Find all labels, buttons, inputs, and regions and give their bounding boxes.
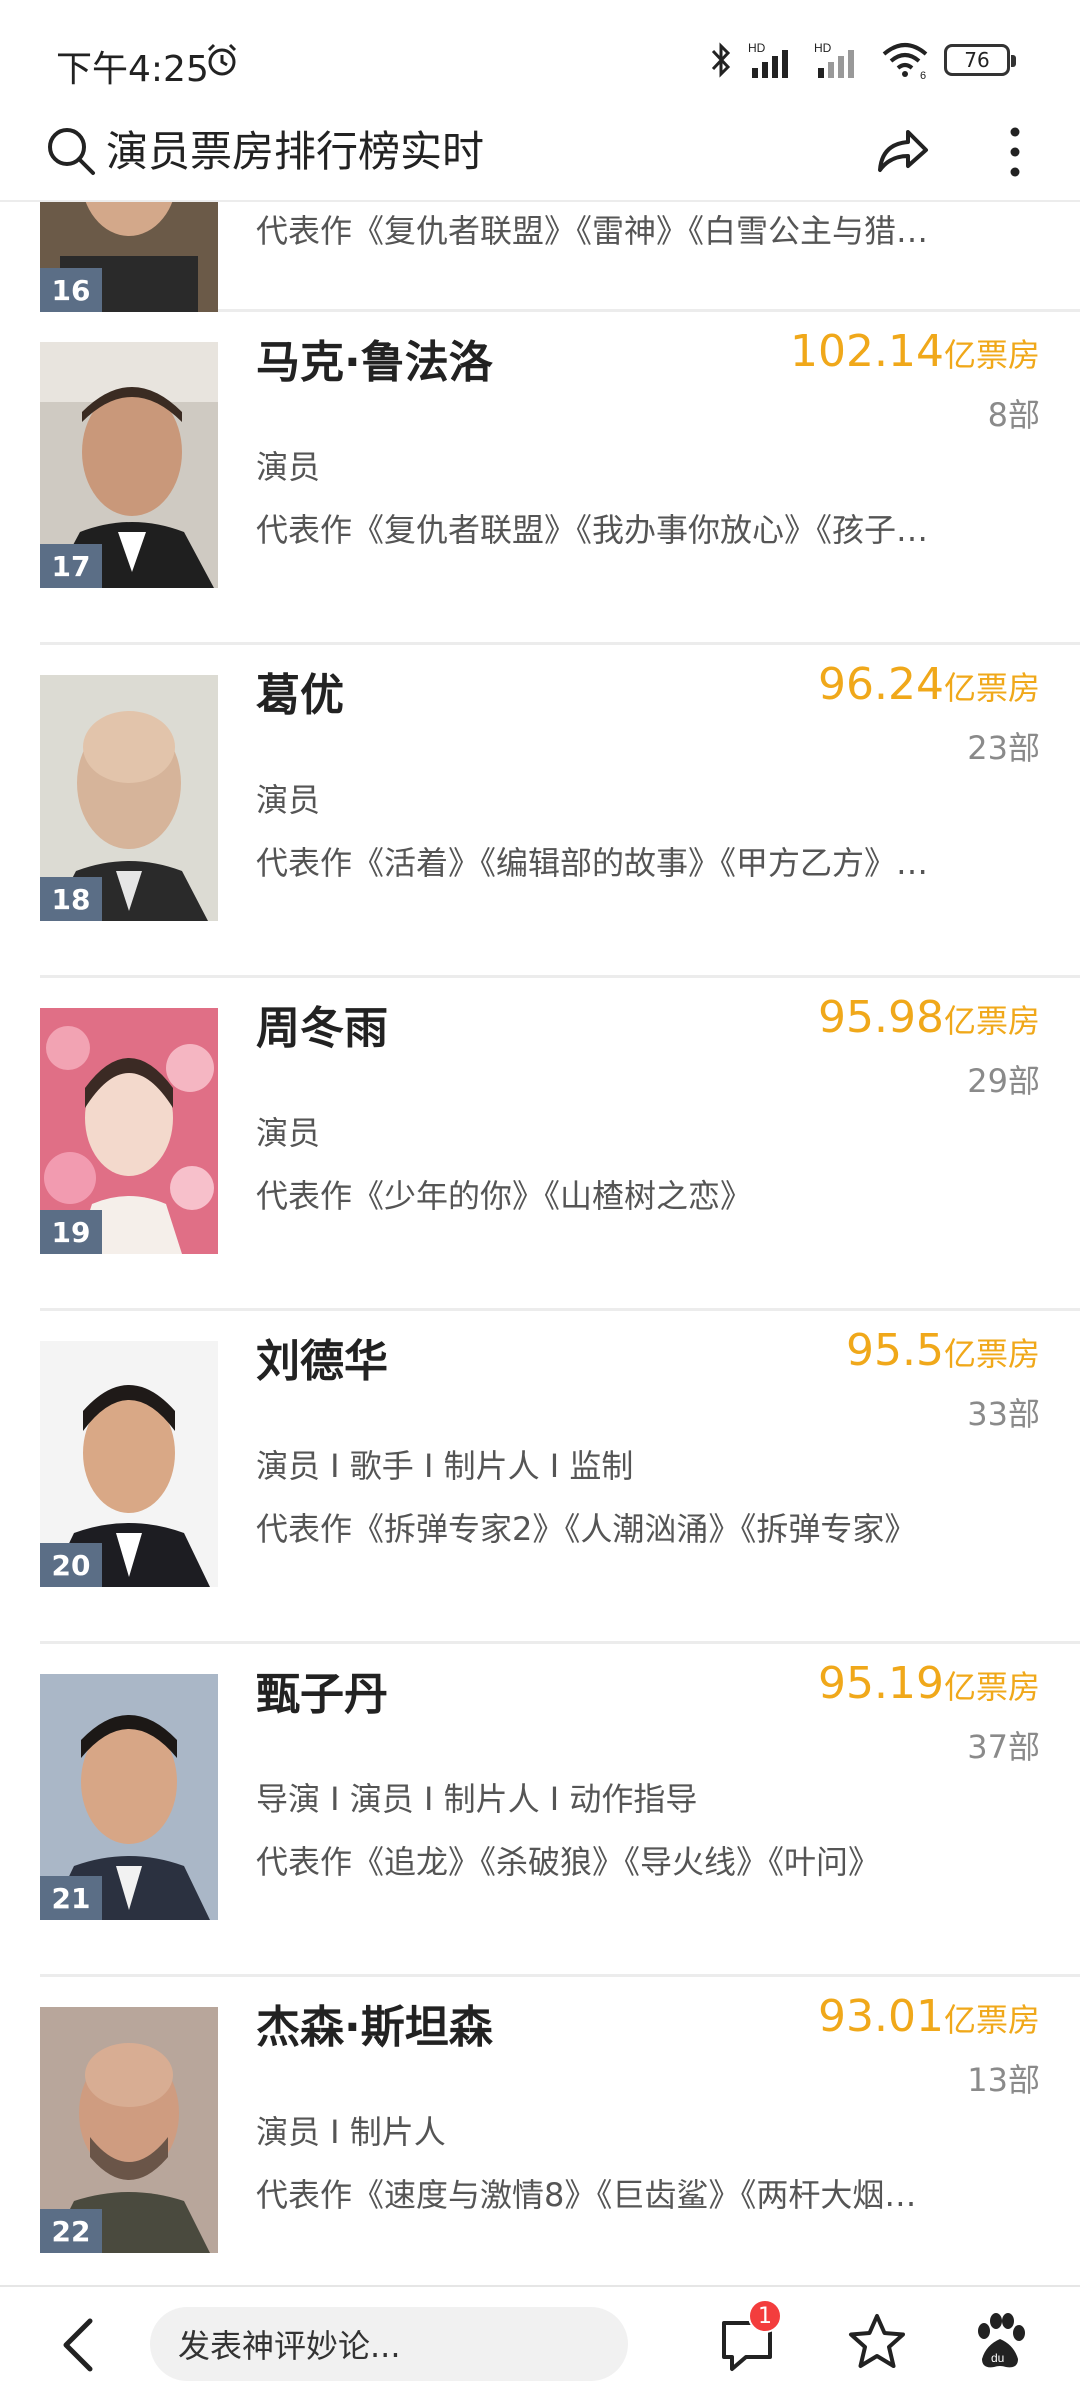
wifi-label: 6 (920, 70, 926, 80)
actor-name[interactable]: 杰森·斯坦森 (256, 1991, 493, 2055)
box-office-value: 95.19 (818, 1658, 944, 1709)
list-item[interactable]: 20 刘德华 95.5亿票房 33部 演员 I 歌手 I 制片人 I 监制 代表… (40, 1311, 1080, 1644)
box-office: 95.5亿票房 (846, 1325, 1040, 1376)
status-icons: HD HD 6 76 (708, 38, 1016, 82)
film-count: 23部 (967, 729, 1040, 767)
box-office-value: 95.5 (846, 1325, 944, 1376)
status-bar: 下午4:25 HD HD 6 76 (0, 0, 1080, 110)
representative-works: 代表作《复仇者联盟》《雷神》《白雪公主与猎… (256, 212, 929, 250)
actor-roles: 演员 (256, 448, 321, 486)
alarm-icon (207, 43, 237, 76)
box-office-value: 95.98 (818, 992, 944, 1043)
search-query[interactable]: 演员票房排行榜实时 (106, 124, 484, 180)
film-count: 29部 (967, 1062, 1040, 1100)
actor-roles: 导演 I 演员 I 制片人 I 动作指导 (256, 1780, 698, 1818)
back-icon[interactable] (52, 2315, 106, 2375)
search-header: 演员票房排行榜实时 (0, 110, 1080, 202)
star-icon[interactable] (846, 2311, 908, 2373)
film-count: 8部 (987, 396, 1040, 434)
representative-works: 代表作《拆弹专家2》《人潮汹涌》《拆弹专家》 (256, 1510, 917, 1548)
signal-label-2: HD (814, 41, 832, 55)
list-item[interactable]: 22 杰森·斯坦森 93.01亿票房 13部 演员 I 制片人 代表作《速度与激… (40, 1977, 1080, 2285)
box-office: 95.19亿票房 (818, 1658, 1040, 1709)
more-icon[interactable] (990, 122, 1040, 182)
bottom-toolbar: 发表神评妙论... 1 du (0, 2285, 1080, 2400)
box-office-unit: 亿票房 (943, 2001, 1040, 2039)
film-count: 33部 (967, 1395, 1040, 1433)
actor-name[interactable]: 甄子丹 (256, 1658, 388, 1722)
representative-works: 代表作《速度与激情8》《巨齿鲨》《两杆大烟… (256, 2176, 917, 2214)
actor-roles: 演员 I 制片人 (256, 2113, 446, 2151)
signal-label-1: HD (748, 41, 766, 55)
box-office-unit: 亿票房 (943, 336, 1040, 374)
actor-photo[interactable]: 20 (40, 1341, 218, 1587)
search-icon[interactable] (44, 124, 98, 178)
box-office: 96.24亿票房 (818, 659, 1040, 710)
rank-badge: 16 (40, 268, 102, 312)
signal-icon-2: HD (814, 41, 854, 78)
box-office: 93.01亿票房 (818, 1991, 1040, 2042)
signal-icon-1: HD (748, 41, 788, 78)
ranking-list: 16 代表作《复仇者联盟》《雷神》《白雪公主与猎… 17 马克·鲁法洛 102.… (0, 202, 1080, 2285)
actor-roles: 演员 I 歌手 I 制片人 I 监制 (256, 1447, 634, 1485)
box-office: 95.98亿票房 (818, 992, 1040, 1043)
comment-input[interactable]: 发表神评妙论... (150, 2307, 628, 2381)
list-item[interactable]: 16 代表作《复仇者联盟》《雷神》《白雪公主与猎… (40, 202, 1080, 312)
representative-works: 代表作《追龙》《杀破狼》《导火线》《叶问》 (256, 1843, 881, 1881)
rank-badge: 22 (40, 2209, 102, 2253)
actor-photo[interactable]: 21 (40, 1674, 218, 1920)
actor-photo[interactable]: 19 (40, 1008, 218, 1254)
rank-badge: 17 (40, 544, 102, 588)
rank-badge: 21 (40, 1876, 102, 1920)
list-item[interactable]: 18 葛优 96.24亿票房 23部 演员 代表作《活着》《编辑部的故事》《甲方… (40, 645, 1080, 978)
actor-photo[interactable]: 16 (40, 202, 218, 312)
actor-roles: 演员 (256, 781, 321, 819)
share-icon[interactable] (872, 122, 932, 182)
representative-works: 代表作《复仇者联盟》《我办事你放心》《孩子… (256, 511, 929, 549)
actor-roles: 演员 (256, 1114, 321, 1152)
rank-badge: 20 (40, 1543, 102, 1587)
actor-name[interactable]: 葛优 (256, 659, 344, 723)
list-item[interactable]: 19 周冬雨 95.98亿票房 29部 演员 代表作《少年的你》《山楂树之恋》 (40, 978, 1080, 1311)
notification-badge: 1 (748, 2299, 782, 2333)
box-office-value: 102.14 (790, 326, 944, 377)
baidu-paw-icon[interactable]: du (970, 2311, 1030, 2373)
list-item[interactable]: 21 甄子丹 95.19亿票房 37部 导演 I 演员 I 制片人 I 动作指导… (40, 1644, 1080, 1977)
actor-photo[interactable]: 17 (40, 342, 218, 588)
comment-placeholder: 发表神评妙论... (178, 2327, 401, 2365)
box-office-value: 93.01 (818, 1991, 944, 2042)
bluetooth-icon (711, 42, 731, 78)
box-office-value: 96.24 (818, 659, 944, 710)
status-time: 下午4:25 (56, 49, 209, 90)
actor-name[interactable]: 周冬雨 (256, 992, 388, 1056)
representative-works: 代表作《活着》《编辑部的故事》《甲方乙方》… (256, 844, 929, 882)
battery-level: 76 (964, 48, 990, 72)
actor-photo[interactable]: 18 (40, 675, 218, 921)
box-office-unit: 亿票房 (943, 669, 1040, 707)
list-item[interactable]: 17 马克·鲁法洛 102.14亿票房 8部 演员 代表作《复仇者联盟》《我办事… (40, 312, 1080, 645)
representative-works: 代表作《少年的你》《山楂树之恋》 (256, 1177, 753, 1215)
box-office-unit: 亿票房 (943, 1335, 1040, 1373)
rank-badge: 18 (40, 877, 102, 921)
svg-text:du: du (991, 2351, 1004, 2365)
rank-badge: 19 (40, 1210, 102, 1254)
actor-photo[interactable]: 22 (40, 2007, 218, 2253)
box-office: 102.14亿票房 (790, 326, 1040, 377)
actor-name[interactable]: 刘德华 (256, 1325, 388, 1389)
film-count: 37部 (967, 1728, 1040, 1766)
film-count: 13部 (967, 2061, 1040, 2099)
battery-icon: 76 (944, 44, 1016, 76)
wifi-icon: 6 (882, 43, 928, 80)
box-office-unit: 亿票房 (943, 1668, 1040, 1706)
actor-name[interactable]: 马克·鲁法洛 (256, 326, 493, 390)
box-office-unit: 亿票房 (943, 1002, 1040, 1040)
